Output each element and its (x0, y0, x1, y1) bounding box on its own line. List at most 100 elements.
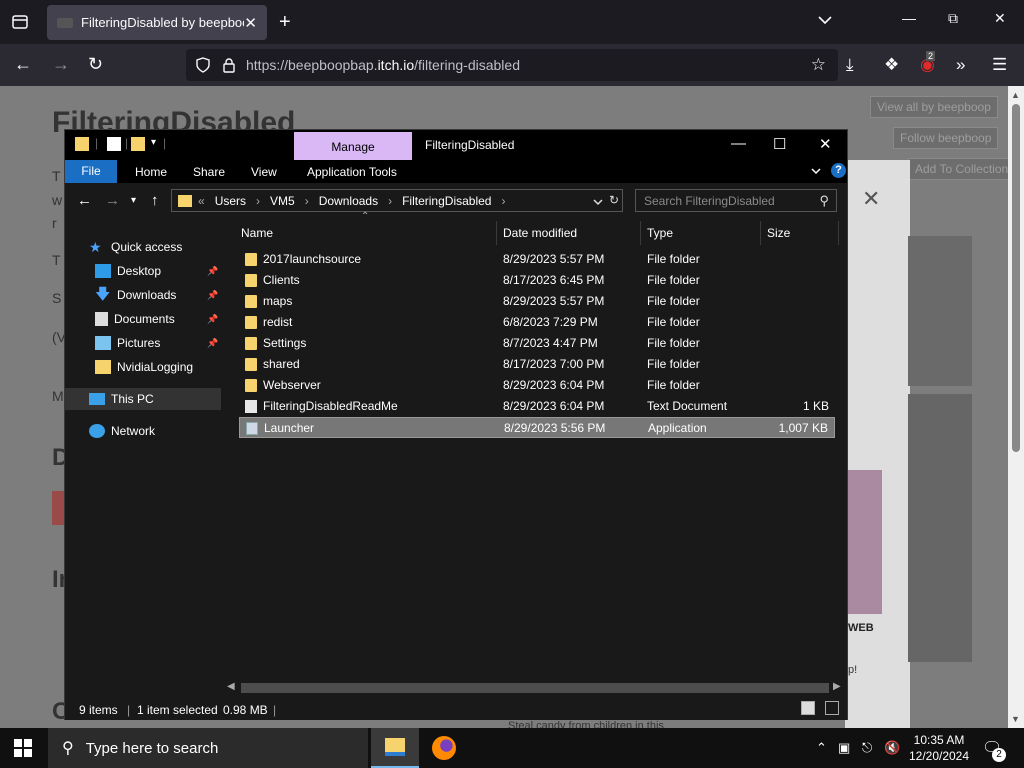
scrollbar-thumb[interactable] (241, 683, 829, 693)
modal-close-icon[interactable]: ✕ (862, 186, 880, 212)
details-view-icon[interactable] (801, 701, 815, 715)
tab-share[interactable]: Share (193, 165, 225, 179)
nav-documents[interactable]: Documents 📌 (95, 308, 221, 330)
file-row[interactable]: Launcher 8/29/2023 5:56 PM Application 1,00… (239, 417, 835, 438)
add-to-collection-button[interactable]: Add To Collection (908, 158, 1008, 180)
view-all-button[interactable]: View all by beepboop (870, 96, 998, 118)
forward-arrow-icon[interactable]: → (105, 192, 120, 209)
lock-icon[interactable] (222, 57, 236, 73)
nav-desktop[interactable]: Desktop 📌 (95, 260, 221, 282)
breadcrumb-separator-icon[interactable]: › (256, 194, 260, 208)
file-row[interactable]: FilteringDisabledReadMe 8/29/2023 6:04 PM… (239, 396, 835, 417)
breadcrumb-filteringdisabled[interactable]: FilteringDisabled (402, 194, 491, 208)
file-row[interactable]: Clients 8/17/2023 6:45 PM File folder (239, 270, 835, 291)
horizontal-scrollbar[interactable]: ◀ ▶ (221, 680, 847, 696)
follow-button[interactable]: Follow beepboop (893, 127, 999, 149)
address-history-chevron-icon[interactable] (592, 196, 604, 208)
page-scrollbar[interactable]: ▲ ▼ (1008, 86, 1024, 728)
display-icon[interactable]: ▣ (838, 740, 850, 756)
nav-pictures[interactable]: Pictures 📌 (95, 332, 221, 354)
shield-icon[interactable] (195, 57, 211, 73)
more-tools-chevron-icon[interactable]: » (956, 55, 965, 75)
back-arrow-icon[interactable]: ← (14, 54, 32, 75)
file-row[interactable]: Webserver 8/29/2023 6:04 PM File folder (239, 375, 835, 396)
search-icon[interactable]: ⚲ (819, 193, 829, 209)
breadcrumb-vm5[interactable]: VM5 (270, 194, 295, 208)
help-icon[interactable]: ? (831, 163, 846, 178)
minimize-icon[interactable]: — (731, 135, 746, 152)
browser-tab-active[interactable]: FilteringDisabled by beepboop ✕ (47, 5, 267, 40)
system-clock[interactable]: 10:35 AM 12/20/2024 (905, 732, 973, 764)
extensions-icon[interactable]: ❖ (884, 55, 899, 75)
column-name[interactable]: Name (235, 221, 497, 245)
tab-view[interactable]: View (251, 165, 277, 179)
scrollbar-thumb[interactable] (1012, 104, 1020, 452)
nav-this-pc[interactable]: This PC (65, 388, 221, 410)
breadcrumb-separator-icon[interactable]: › (305, 194, 309, 208)
up-arrow-icon[interactable]: ↑ (151, 192, 159, 209)
scroll-right-icon[interactable]: ▶ (833, 681, 841, 692)
tab-application-tools[interactable]: Application Tools (307, 165, 397, 179)
reload-icon[interactable]: ↻ (88, 54, 103, 75)
breadcrumb-users[interactable]: Users (215, 194, 246, 208)
tab-close-icon[interactable]: ✕ (244, 14, 257, 32)
url-bar[interactable]: https://beepboopbap. itch.io/filtering-di… (186, 49, 838, 81)
pin-icon[interactable]: 📌 (207, 290, 218, 301)
taskbar-file-explorer[interactable] (371, 728, 419, 768)
network-status-icon[interactable]: ⎋ (862, 740, 872, 756)
tab-list-icon[interactable] (10, 12, 30, 32)
taskbar-search-input[interactable]: ⚲ Type here to search (48, 728, 368, 768)
maximize-icon[interactable]: ☐ (773, 135, 786, 153)
file-row[interactable]: 2017launchsource 8/29/2023 5:57 PM File fo… (239, 249, 835, 270)
bookmark-star-icon[interactable]: ☆ (811, 55, 826, 75)
expand-ribbon-chevron-icon[interactable] (810, 165, 822, 177)
nav-network[interactable]: Network (89, 420, 155, 442)
file-row[interactable]: shared 8/17/2023 7:00 PM File folder (239, 354, 835, 375)
tab-home[interactable]: Home (135, 165, 167, 179)
file-row[interactable]: Settings 8/7/2023 4:47 PM File folder (239, 333, 835, 354)
scroll-up-icon[interactable]: ▲ (1011, 90, 1020, 100)
recent-locations-chevron-icon[interactable]: ▾ (131, 195, 136, 206)
new-tab-button[interactable]: + (279, 11, 291, 34)
column-size[interactable]: Size (761, 221, 839, 245)
nav-nvidialogging[interactable]: NvidiaLogging (95, 356, 193, 378)
manage-tab[interactable]: Manage (294, 132, 412, 160)
refresh-icon[interactable]: ↻ (609, 193, 619, 207)
show-hidden-icons-chevron-icon[interactable]: ⌃ (816, 740, 827, 756)
nav-downloads[interactable]: 🡇 Downloads 📌 (95, 284, 221, 306)
column-date-modified[interactable]: Date modified (497, 221, 641, 245)
app-menu-icon[interactable]: ☰ (992, 55, 1007, 75)
nav-quick-access[interactable]: ★ Quick access (89, 236, 182, 258)
start-windows-icon[interactable] (14, 739, 34, 759)
scroll-down-icon[interactable]: ▼ (1011, 714, 1020, 724)
tab-file[interactable]: File (65, 160, 117, 183)
taskbar-firefox[interactable] (420, 728, 468, 768)
list-all-tabs-chevron-icon[interactable] (817, 12, 833, 28)
column-type[interactable]: Type (641, 221, 761, 245)
customize-qat-icon[interactable]: ▾ (151, 137, 156, 148)
pin-icon[interactable]: 📌 (207, 266, 218, 277)
breadcrumb-overflow-icon[interactable]: « (198, 194, 205, 208)
breadcrumb-separator-icon[interactable]: › (388, 194, 392, 208)
close-window-icon[interactable]: ✕ (819, 135, 832, 153)
pin-icon[interactable]: 📌 (207, 314, 218, 325)
new-folder-icon[interactable] (131, 137, 145, 151)
scroll-left-icon[interactable]: ◀ (227, 681, 235, 692)
breadcrumb-separator-icon[interactable]: › (501, 194, 505, 208)
forward-arrow-icon[interactable]: → (52, 54, 70, 75)
restore-icon[interactable]: ⧉ (948, 10, 958, 27)
volume-muted-icon[interactable]: 🔇 (884, 740, 900, 756)
address-bar[interactable]: « Users › VM5 › Downloads › FilteringDis… (171, 189, 623, 212)
large-icons-view-icon[interactable] (825, 701, 839, 715)
breadcrumb-downloads[interactable]: Downloads (319, 194, 378, 208)
close-window-icon[interactable]: ✕ (994, 10, 1006, 27)
minimize-icon[interactable]: — (902, 10, 916, 26)
file-row[interactable]: maps 8/29/2023 5:57 PM File folder (239, 291, 835, 312)
properties-icon[interactable] (107, 137, 121, 151)
file-row[interactable]: redist 6/8/2023 7:29 PM File folder (239, 312, 835, 333)
file-name: maps (263, 294, 293, 308)
back-arrow-icon[interactable]: ← (77, 192, 92, 209)
search-input[interactable]: Search FilteringDisabled ⚲ (635, 189, 837, 212)
pin-icon[interactable]: 📌 (207, 338, 218, 349)
downloads-icon[interactable]: ⤓ (846, 55, 854, 75)
